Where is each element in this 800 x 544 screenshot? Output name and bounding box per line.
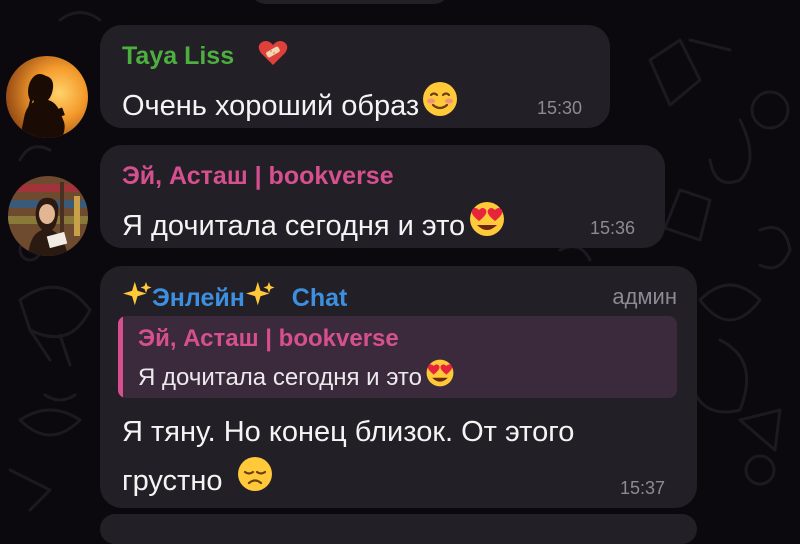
mended-heart-icon [258,39,288,72]
girl-library-avatar-image [8,176,88,256]
message-time: 15:30 [537,98,583,118]
next-message-bubble [100,514,697,544]
message-text-line-2: грустно [122,455,274,501]
reply-accent-bar [118,316,123,398]
admin-badge: админ [612,284,677,309]
message-text-line-1: Я тяну. Но конец близок. От этого [122,416,575,448]
reply-sender: Эй, Асташ | bookverse [138,325,399,352]
reply-text: Я дочитала сегодня и это [138,358,456,395]
message-text: Я дочитала сегодня и это [122,200,507,246]
sparkles-icon [122,281,152,316]
message-text: Очень хороший образ [122,80,459,126]
message-time: 15:37 [620,478,666,498]
heart-eyes-emoji [467,200,507,246]
message-bubble[interactable]: Taya Liss Очень хороший образ 15:30 [100,25,610,128]
sender-name[interactable]: Taya Liss [122,42,234,71]
previous-message-bubble [250,0,450,4]
avatar[interactable] [8,176,88,256]
message-time: 15:36 [590,218,636,238]
sender-name[interactable]: Эй, Асташ | bookverse [122,162,394,191]
message-bubble[interactable]: Энлейн Chat админ Эй, Асташ | bookverse … [100,266,697,508]
smiling-blush-emoji [421,80,459,126]
heart-eyes-emoji [424,358,456,395]
disappointed-face-emoji [236,455,274,501]
reply-quote[interactable]: Эй, Асташ | bookverse Я дочитала сегодня… [118,316,677,398]
sparkles-icon [245,281,275,316]
avatar[interactable] [6,56,88,138]
silhouette-sunset-avatar-image [6,56,88,138]
message-bubble[interactable]: Эй, Асташ | bookverse Я дочитала сегодня… [100,145,665,248]
sender-name[interactable]: Энлейн Chat [122,281,347,316]
